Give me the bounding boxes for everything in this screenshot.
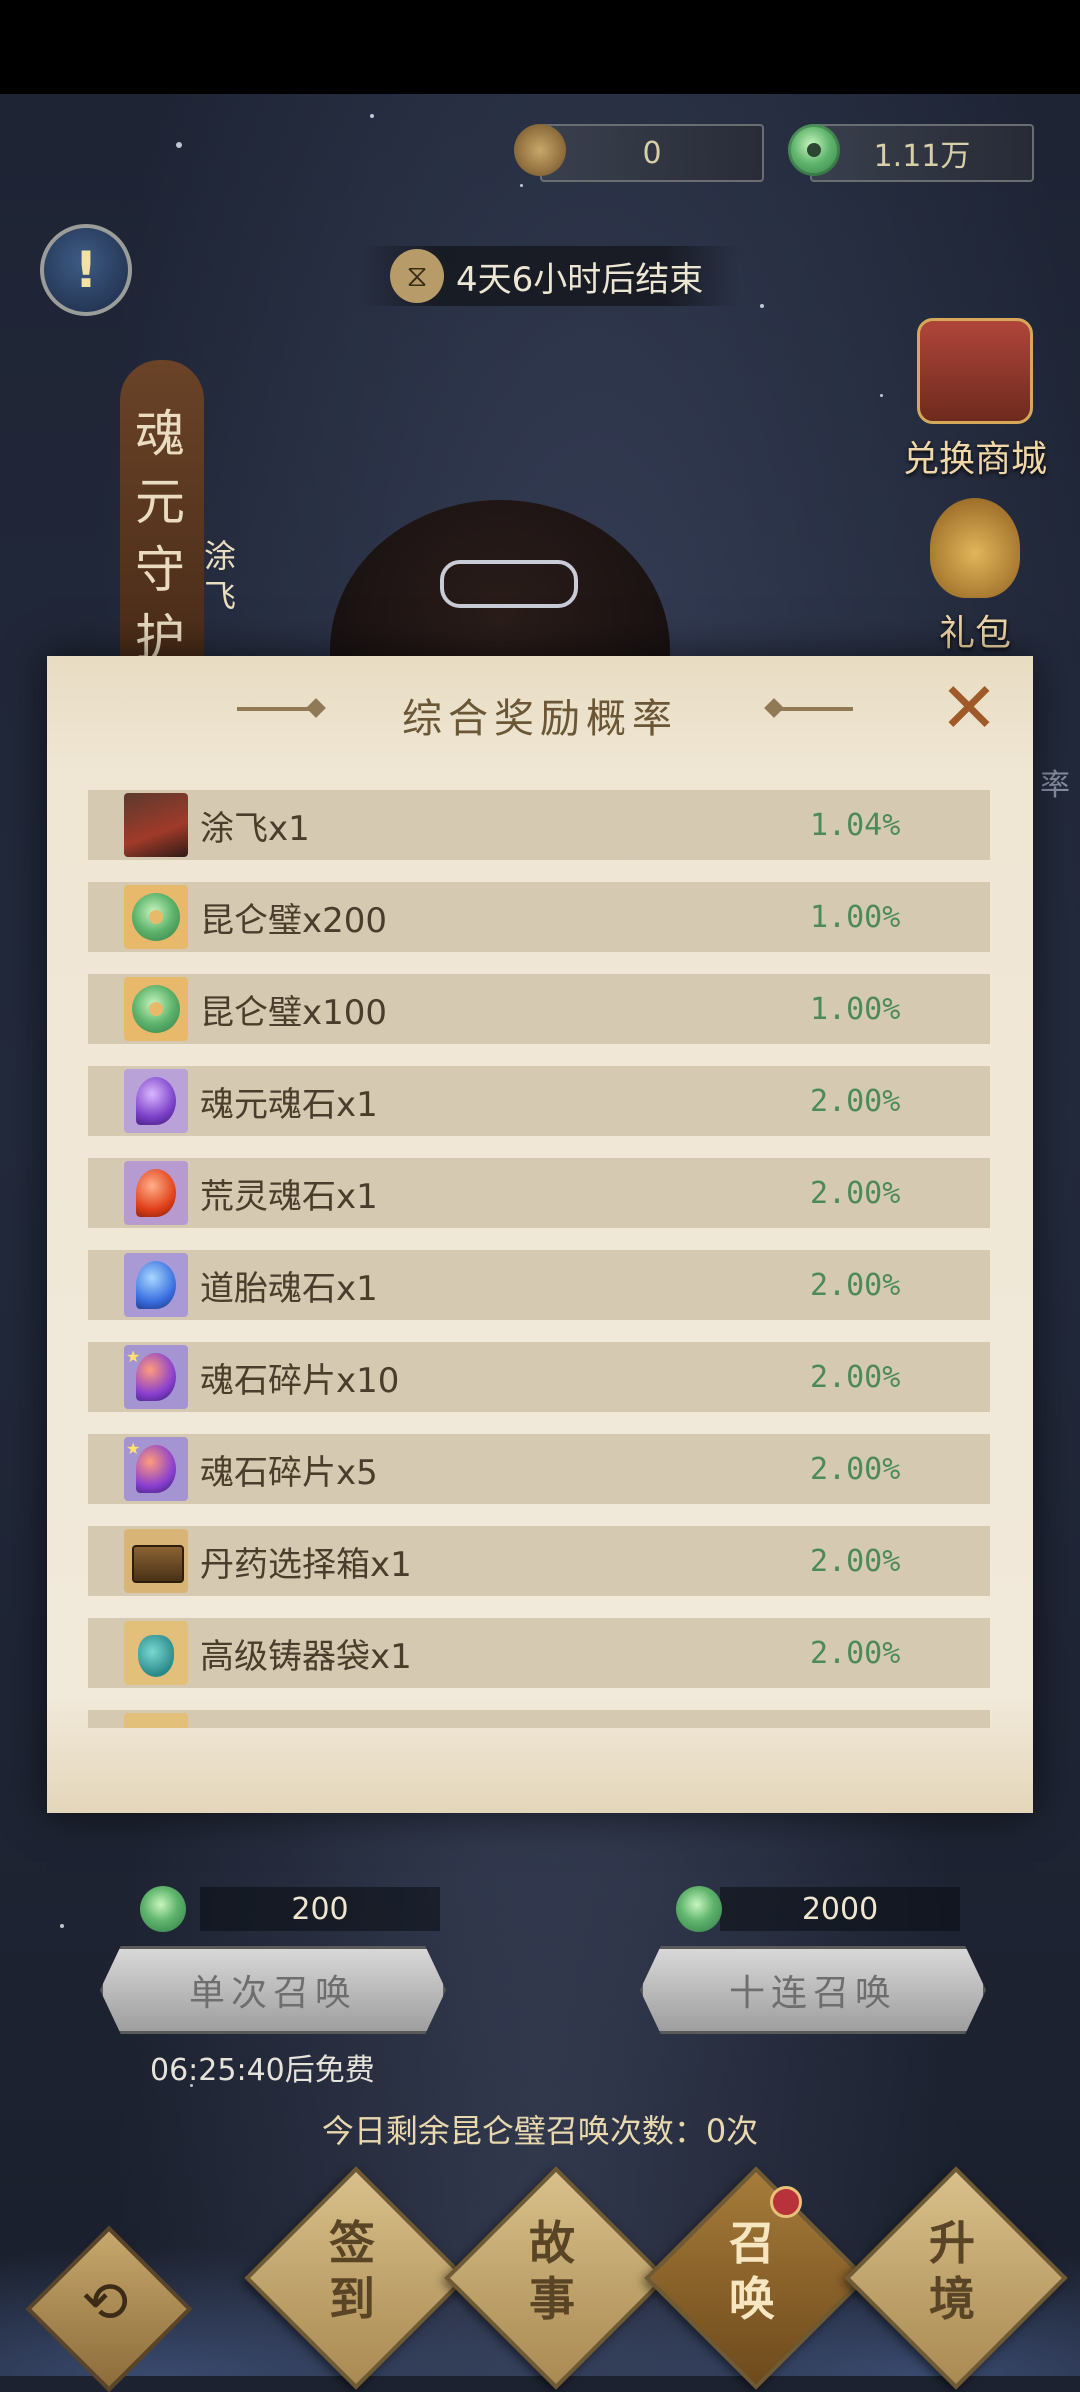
right-edge-text: 率 xyxy=(1040,768,1070,803)
jade-disc-icon xyxy=(788,124,840,176)
lantern-currency-display: 0 xyxy=(540,124,764,182)
probability-row: ★ 魂石碎片x10 2.00% xyxy=(88,1342,990,1412)
pill-chest-icon xyxy=(124,1529,188,1593)
exchange-shop-label: 兑换商城 xyxy=(902,439,1047,480)
nav-summon-label: 召 唤 xyxy=(677,2215,827,2327)
probability-row: 魂元魂石x1 2.00% xyxy=(88,1066,990,1136)
ten-cost-value: 2000 xyxy=(801,1891,879,1927)
item-name: 高级铸器袋x1 xyxy=(200,1636,412,1677)
item-probability: 1.00% xyxy=(810,899,901,935)
blue-soul-stone-icon xyxy=(124,1253,188,1317)
dialog-title: 综合奖励概率 xyxy=(402,696,678,742)
nav-sign-in-label: 签 到 xyxy=(277,2215,427,2327)
item-name: 昆仑璧x200 xyxy=(200,900,388,941)
character-avatar-icon xyxy=(124,793,188,857)
event-info-button[interactable]: ! xyxy=(40,224,132,316)
treasure-chest-icon xyxy=(917,318,1033,424)
single-summon-cost: 200 xyxy=(200,1887,440,1931)
item-probability: 1.04% xyxy=(810,807,901,843)
nav-story-char-2: 事 xyxy=(529,2272,575,2326)
item-name: 魂石碎片x10 xyxy=(200,1360,400,1401)
ten-summon-cost: 2000 xyxy=(720,1887,960,1931)
probability-row: 道胎魂石x1 2.00% xyxy=(88,1250,990,1320)
exclamation-icon: ! xyxy=(74,241,98,299)
item-probability: 2.00% xyxy=(810,1635,901,1671)
nav-sign-in-char-2: 到 xyxy=(329,2272,375,2326)
nav-story-label: 故 事 xyxy=(477,2215,627,2327)
hairpin-ornament xyxy=(440,560,578,608)
item-probability: 2.00% xyxy=(810,1267,901,1303)
back-swirl-icon: ⟲ xyxy=(81,2270,129,2335)
reward-probability-dialog: 综合奖励概率 ✕ 涂飞x1 1.04% 昆仑璧x200 1.00% 昆仑璧x10… xyxy=(47,656,1033,1813)
probability-row: 涂飞x1 1.04% xyxy=(88,790,990,860)
item-name: 丹药选择箱x1 xyxy=(200,1544,412,1585)
probability-row: ★ 魂石碎片x5 2.00% xyxy=(88,1434,990,1504)
jade-disc-icon xyxy=(140,1886,186,1932)
status-bar xyxy=(0,0,1080,94)
banner-subtitle: 涂飞 xyxy=(203,537,236,615)
jade-disc-icon xyxy=(124,885,188,949)
nav-ascend-char-1: 升 xyxy=(929,2216,975,2270)
lantern-currency-value: 0 xyxy=(642,135,662,171)
nav-story-char-1: 故 xyxy=(529,2216,575,2270)
nav-summon-char-1: 召 xyxy=(729,2216,775,2270)
item-probability: 2.00% xyxy=(810,1083,901,1119)
item-name: 荒灵魂石x1 xyxy=(200,1176,378,1217)
item-probability: 2.00% xyxy=(810,1451,901,1487)
item-name: 涂飞x1 xyxy=(200,808,310,849)
gift-pack-label: 礼包 xyxy=(938,613,1011,654)
notification-dot xyxy=(770,2186,802,2218)
close-button[interactable]: ✕ xyxy=(937,673,1001,743)
soul-stone-shard-icon: ★ xyxy=(124,1345,188,1409)
item-probability: 2.00% xyxy=(810,1359,901,1395)
single-summon-label: 单次召唤 xyxy=(188,1973,357,2014)
probability-row: 昆仑璧x200 1.00% xyxy=(88,882,990,952)
nav-summon-char-2: 唤 xyxy=(729,2272,775,2326)
red-soul-stone-icon xyxy=(124,1161,188,1225)
item-probability: 2.00% xyxy=(810,1175,901,1211)
item-probability: 2.00% xyxy=(810,1543,901,1579)
ten-summon-button[interactable]: 十连召唤 xyxy=(640,1946,986,2034)
daily-summon-count: 今日剩余昆仑璧召唤次数：0次 xyxy=(321,2112,759,2150)
nav-ascend-char-2: 境 xyxy=(929,2272,975,2326)
probability-row: 荒灵魂石x1 2.00% xyxy=(88,1158,990,1228)
forging-bag-icon xyxy=(124,1621,188,1685)
purple-soul-stone-icon xyxy=(124,1069,188,1133)
single-cost-value: 200 xyxy=(291,1891,349,1927)
event-timer-text: 4天6小时后结束 xyxy=(456,259,704,300)
single-summon-button[interactable]: 单次召唤 xyxy=(100,1946,446,2034)
jade-disc-icon xyxy=(124,977,188,1041)
event-timer: ⧖ 4天6小时后结束 xyxy=(360,246,740,306)
banner-title: 魂元守护 xyxy=(135,405,185,667)
gift-pack-button[interactable]: 礼包 xyxy=(885,498,1065,656)
nav-sign-in-char-1: 签 xyxy=(329,2216,375,2270)
jade-currency-display: 1.11万 xyxy=(810,124,1034,182)
probability-row: 丹药选择箱x1 2.00% xyxy=(88,1526,990,1596)
item-probability: 1.00% xyxy=(810,991,901,1027)
item-name: 道胎魂石x1 xyxy=(200,1268,378,1309)
item-name: 魂元魂石x1 xyxy=(200,1084,378,1125)
hourglass-icon: ⧖ xyxy=(390,249,444,303)
soul-stone-shard-icon: ★ xyxy=(124,1437,188,1501)
item-name: 魂石碎片x5 xyxy=(200,1452,378,1493)
probability-row: 高级铸器袋x1 2.00% xyxy=(88,1618,990,1688)
jade-disc-icon xyxy=(676,1886,722,1932)
free-summon-timer: 06:25:40后免费 xyxy=(150,2053,375,2088)
lantern-token-icon xyxy=(514,124,566,176)
probability-row-partial xyxy=(88,1710,990,1728)
item-name: 昆仑璧x100 xyxy=(200,992,388,1033)
exchange-shop-button[interactable]: 兑换商城 xyxy=(885,318,1065,482)
nav-ascend-label: 升 境 xyxy=(877,2215,1027,2327)
probability-row: 昆仑璧x100 1.00% xyxy=(88,974,990,1044)
probability-list[interactable]: 涂飞x1 1.04% 昆仑璧x200 1.00% 昆仑璧x100 1.00% 魂… xyxy=(88,790,990,1728)
title-ornament-right xyxy=(773,707,853,711)
gift-bag-icon xyxy=(930,498,1020,598)
jade-currency-value: 1.11万 xyxy=(873,139,971,174)
item-icon xyxy=(124,1713,188,1728)
ten-summon-label: 十连召唤 xyxy=(728,1973,897,2014)
